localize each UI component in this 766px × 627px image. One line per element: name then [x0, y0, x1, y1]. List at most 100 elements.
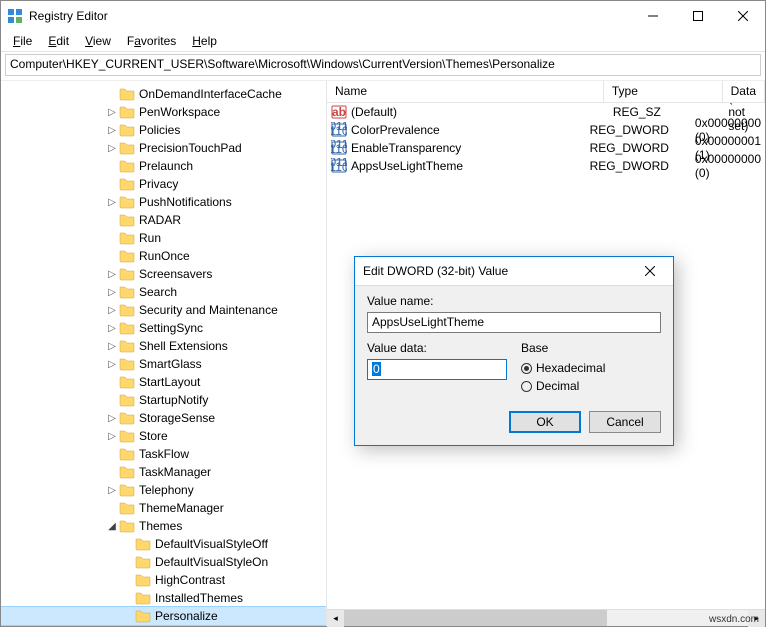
- folder-icon: [119, 159, 135, 173]
- binary-value-icon: 011110: [331, 122, 347, 138]
- watermark: wsxdn.com: [709, 614, 759, 625]
- tree-item[interactable]: ▷StorageSense: [1, 409, 326, 427]
- col-type[interactable]: Type: [604, 81, 723, 102]
- tree-item-label: PrecisionTouchPad: [139, 141, 242, 155]
- tree-item-label: Privacy: [139, 177, 178, 191]
- tree-item[interactable]: OnDemandInterfaceCache: [1, 85, 326, 103]
- tree-item[interactable]: DefaultVisualStyleOff: [1, 535, 326, 553]
- close-button[interactable]: [720, 1, 765, 31]
- tree-view[interactable]: OnDemandInterfaceCache ▷PenWorkspace▷Poli…: [1, 81, 327, 626]
- menu-edit[interactable]: Edit: [42, 33, 75, 49]
- radio-hexadecimal[interactable]: Hexadecimal: [521, 359, 661, 377]
- column-headers[interactable]: Name Type Data: [327, 81, 765, 103]
- window-title: Registry Editor: [29, 9, 630, 23]
- tree-item[interactable]: ▷PrecisionTouchPad: [1, 139, 326, 157]
- menu-help[interactable]: Help: [186, 33, 223, 49]
- tree-item[interactable]: ▷Search: [1, 283, 326, 301]
- folder-icon: [119, 465, 135, 479]
- tree-item[interactable]: StartupNotify: [1, 391, 326, 409]
- tree-item-label: OnDemandInterfaceCache: [139, 87, 282, 101]
- menu-view[interactable]: View: [79, 33, 117, 49]
- tree-item[interactable]: ▷Store: [1, 427, 326, 445]
- ok-button[interactable]: OK: [509, 411, 581, 433]
- folder-icon: [119, 213, 135, 227]
- col-data[interactable]: Data: [723, 81, 765, 102]
- svg-text:110: 110: [331, 124, 347, 138]
- address-bar[interactable]: Computer\HKEY_CURRENT_USER\Software\Micr…: [5, 54, 761, 76]
- tree-item[interactable]: TaskFlow: [1, 445, 326, 463]
- tree-item[interactable]: ▷Policies: [1, 121, 326, 139]
- tree-item-label: HighContrast: [155, 573, 225, 587]
- tree-item[interactable]: DefaultVisualStyleOn: [1, 553, 326, 571]
- tree-item-label: Run: [139, 231, 161, 245]
- value-name: (Default): [351, 105, 613, 119]
- dialog-title: Edit DWORD (32-bit) Value: [363, 264, 635, 278]
- dialog-close-button[interactable]: [635, 257, 665, 285]
- scroll-thumb[interactable]: [344, 610, 607, 626]
- folder-icon: [119, 375, 135, 389]
- folder-icon: [119, 267, 135, 281]
- regedit-icon: [7, 8, 23, 24]
- tree-item-label: RunOnce: [139, 249, 190, 263]
- folder-icon: [119, 447, 135, 461]
- folder-icon: [119, 123, 135, 137]
- tree-item-label: DefaultVisualStyleOn: [155, 555, 268, 569]
- tree-item[interactable]: Run: [1, 229, 326, 247]
- tree-item[interactable]: ◢Themes: [1, 517, 326, 535]
- titlebar[interactable]: Registry Editor: [1, 1, 765, 31]
- tree-item-label: DefaultVisualStyleOff: [155, 537, 268, 551]
- tree-item[interactable]: Personalize: [1, 607, 326, 625]
- dialog-titlebar[interactable]: Edit DWORD (32-bit) Value: [355, 257, 673, 285]
- tree-item[interactable]: ▷Screensavers: [1, 265, 326, 283]
- tree-item-label: TaskManager: [139, 465, 211, 479]
- value-name-field[interactable]: AppsUseLightTheme: [367, 312, 661, 333]
- folder-icon: [119, 249, 135, 263]
- cancel-button[interactable]: Cancel: [589, 411, 661, 433]
- tree-item-label: Screensavers: [139, 267, 212, 281]
- tree-item[interactable]: RunOnce: [1, 247, 326, 265]
- tree-item[interactable]: TaskManager: [1, 463, 326, 481]
- tree-item[interactable]: ▷Shell Extensions: [1, 337, 326, 355]
- value-data-field[interactable]: 0: [367, 359, 507, 380]
- tree-item[interactable]: ▷PenWorkspace: [1, 103, 326, 121]
- tree-item-label: Themes: [139, 519, 182, 533]
- col-name[interactable]: Name: [327, 81, 604, 102]
- tree-item[interactable]: ▷PushNotifications: [1, 193, 326, 211]
- value-row[interactable]: 011110AppsUseLightThemeREG_DWORD0x000000…: [327, 157, 765, 175]
- tree-item-label: TaskFlow: [139, 447, 189, 461]
- tree-item[interactable]: ThemeManager: [1, 499, 326, 517]
- tree-item-label: Personalize: [155, 609, 218, 623]
- tree-item-label: StartupNotify: [139, 393, 208, 407]
- scroll-left-button[interactable]: ◂: [327, 610, 344, 627]
- tree-item-label: ThemeManager: [139, 501, 224, 515]
- folder-icon: [119, 177, 135, 191]
- folder-icon: [119, 105, 135, 119]
- tree-item[interactable]: HighContrast: [1, 571, 326, 589]
- value-name: EnableTransparency: [351, 141, 590, 155]
- tree-item[interactable]: Prelaunch: [1, 157, 326, 175]
- maximize-button[interactable]: [675, 1, 720, 31]
- tree-item[interactable]: RADAR: [1, 211, 326, 229]
- tree-item[interactable]: ▷SmartGlass: [1, 355, 326, 373]
- menu-favorites[interactable]: Favorites: [121, 33, 182, 49]
- tree-item[interactable]: StartLayout: [1, 373, 326, 391]
- tree-item[interactable]: ▷Telephony: [1, 481, 326, 499]
- tree-item[interactable]: InstalledThemes: [1, 589, 326, 607]
- svg-text:110: 110: [331, 142, 347, 156]
- tree-item-label: Shell Extensions: [139, 339, 228, 353]
- tree-item[interactable]: ▷Security and Maintenance: [1, 301, 326, 319]
- tree-item[interactable]: ▷SettingSync: [1, 319, 326, 337]
- tree-item[interactable]: Privacy: [1, 175, 326, 193]
- menu-file[interactable]: File: [7, 33, 38, 49]
- minimize-button[interactable]: [630, 1, 675, 31]
- binary-value-icon: 011110: [331, 158, 347, 174]
- tree-item-label: RADAR: [139, 213, 181, 227]
- folder-icon: [119, 87, 135, 101]
- registry-editor-window: Registry Editor File Edit View Favorites…: [0, 0, 766, 627]
- tree-item-label: Security and Maintenance: [139, 303, 278, 317]
- radio-decimal[interactable]: Decimal: [521, 377, 661, 395]
- tree-item[interactable]: ▷UFH: [1, 625, 326, 626]
- tree-item-label: SmartGlass: [139, 357, 202, 371]
- horizontal-scrollbar[interactable]: ◂ ▸: [327, 609, 765, 626]
- value-type: REG_DWORD: [590, 141, 695, 155]
